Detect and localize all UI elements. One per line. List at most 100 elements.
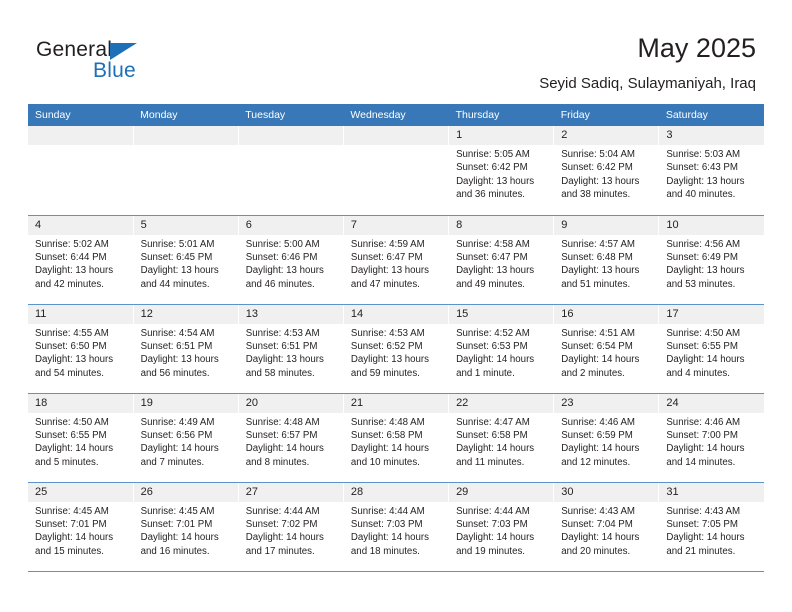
day-detail-line: Sunset: 6:55 PM — [35, 429, 107, 441]
calendar-day-cell[interactable]: 19 Sunrise: 4:49 AM Sunset: 6:56 PM Dayligh… — [133, 393, 239, 483]
day-cell-inner: 10 Sunrise: 4:56 AM Sunset: 6:49 PM Dayligh… — [659, 215, 764, 304]
calendar-day-cell[interactable]: 3 Sunrise: 5:03 AM Sunset: 6:43 PM Daylight… — [658, 126, 764, 216]
calendar-day-cell[interactable]: 1 Sunrise: 5:05 AM Sunset: 6:42 PM Daylight… — [448, 126, 555, 216]
day-detail-line: Sunset: 6:44 PM — [35, 251, 107, 263]
day-cell-inner: 4 Sunrise: 5:02 AM Sunset: 6:44 PM Daylight… — [28, 215, 133, 304]
calendar-day-cell[interactable]: 22 Sunrise: 4:47 AM Sunset: 6:58 PM Dayligh… — [448, 393, 555, 483]
calendar-day-cell[interactable]: 7 Sunrise: 4:59 AM Sunset: 6:47 PM Daylight… — [343, 215, 450, 305]
calendar-day-cell[interactable]: 26 Sunrise: 4:45 AM Sunset: 7:01 PM Dayligh… — [133, 482, 239, 572]
day-cell-inner: 29 Sunrise: 4:44 AM Sunset: 7:03 PM Dayligh… — [449, 482, 554, 571]
day-details: Sunrise: 4:48 AM Sunset: 6:58 PM Daylight:… — [344, 413, 448, 470]
day-number — [238, 126, 343, 145]
day-cell-inner: 28 Sunrise: 4:44 AM Sunset: 7:03 PM Dayligh… — [343, 482, 449, 571]
day-number: 10 — [659, 215, 764, 235]
day-details — [134, 145, 238, 148]
day-number: 4 — [28, 215, 133, 235]
calendar-day-cell[interactable]: 2 Sunrise: 5:04 AM Sunset: 6:42 PM Daylight… — [553, 126, 660, 216]
day-detail-line: Sunrise: 4:45 AM — [140, 505, 215, 517]
day-detail-line: Sunrise: 4:46 AM — [561, 416, 635, 428]
day-detail-line: Daylight: 13 hours — [140, 265, 219, 277]
calendar-day-cell[interactable]: 11 Sunrise: 4:55 AM Sunset: 6:50 PM Dayligh… — [28, 304, 134, 394]
day-details: Sunrise: 4:44 AM Sunset: 7:02 PM Daylight:… — [239, 502, 343, 559]
weekday-header-saturday: Saturday — [658, 104, 764, 126]
day-details: Sunrise: 4:44 AM Sunset: 7:03 PM Daylight:… — [344, 502, 448, 559]
calendar-day-cell[interactable]: 20 Sunrise: 4:48 AM Sunset: 6:57 PM Dayligh… — [238, 393, 344, 483]
calendar-week-row: 25 Sunrise: 4:45 AM Sunset: 7:01 PM Dayligh… — [28, 482, 764, 572]
calendar-day-cell[interactable]: 29 Sunrise: 4:44 AM Sunset: 7:03 PM Dayligh… — [448, 482, 555, 572]
calendar-day-cell[interactable]: 6 Sunrise: 5:00 AM Sunset: 6:46 PM Daylight… — [238, 215, 344, 305]
day-detail-line: and 42 minutes. — [35, 278, 104, 290]
brand-logo[interactable]: General Blue — [36, 38, 166, 84]
day-detail-line: Daylight: 13 hours — [35, 265, 114, 277]
calendar-day-cell[interactable]: 4 Sunrise: 5:02 AM Sunset: 6:44 PM Daylight… — [28, 215, 134, 305]
day-detail-line: Sunset: 6:49 PM — [666, 251, 738, 263]
day-detail-line: Sunrise: 4:56 AM — [666, 238, 741, 250]
day-detail-line: Sunrise: 4:44 AM — [456, 505, 530, 517]
day-details: Sunrise: 4:44 AM Sunset: 7:03 PM Daylight:… — [449, 502, 553, 559]
day-detail-line: and 2 minutes. — [561, 367, 625, 379]
day-number: 28 — [343, 482, 449, 502]
day-cell-inner: 9 Sunrise: 4:57 AM Sunset: 6:48 PM Daylight… — [554, 215, 659, 304]
day-number: 5 — [133, 215, 238, 235]
calendar-day-cell[interactable]: 15 Sunrise: 4:52 AM Sunset: 6:53 PM Dayligh… — [448, 304, 555, 394]
day-details: Sunrise: 4:58 AM Sunset: 6:47 PM Daylight:… — [449, 235, 553, 292]
calendar-day-cell[interactable]: 28 Sunrise: 4:44 AM Sunset: 7:03 PM Dayligh… — [343, 482, 450, 572]
day-number: 30 — [554, 482, 659, 502]
calendar-day-cell[interactable]: 16 Sunrise: 4:51 AM Sunset: 6:54 PM Dayligh… — [553, 304, 660, 394]
day-detail-line: and 53 minutes. — [666, 278, 736, 290]
calendar-day-cell[interactable]: 24 Sunrise: 4:46 AM Sunset: 7:00 PM Dayligh… — [658, 393, 764, 483]
day-number: 14 — [343, 304, 449, 324]
day-detail-line: Daylight: 13 hours — [456, 175, 535, 187]
calendar-day-cell[interactable]: 9 Sunrise: 4:57 AM Sunset: 6:48 PM Daylight… — [553, 215, 660, 305]
day-number: 6 — [238, 215, 343, 235]
calendar-day-cell[interactable]: 10 Sunrise: 4:56 AM Sunset: 6:49 PM Dayligh… — [658, 215, 764, 305]
calendar-day-cell[interactable]: 31 Sunrise: 4:43 AM Sunset: 7:05 PM Dayligh… — [658, 482, 764, 572]
day-detail-line: Sunrise: 5:01 AM — [140, 238, 215, 250]
day-cell-inner: 2 Sunrise: 5:04 AM Sunset: 6:42 PM Daylight… — [554, 126, 659, 214]
day-cell-inner: 21 Sunrise: 4:48 AM Sunset: 6:58 PM Dayligh… — [343, 393, 449, 482]
day-number: 23 — [554, 393, 659, 413]
day-cell-inner: 23 Sunrise: 4:46 AM Sunset: 6:59 PM Dayligh… — [554, 393, 659, 482]
calendar-day-cell[interactable]: 18 Sunrise: 4:50 AM Sunset: 6:55 PM Dayligh… — [28, 393, 134, 483]
day-detail-line: and 10 minutes. — [350, 456, 420, 468]
calendar-day-cell[interactable]: 17 Sunrise: 4:50 AM Sunset: 6:55 PM Dayligh… — [658, 304, 764, 394]
day-detail-line: Sunset: 7:04 PM — [561, 518, 633, 530]
day-detail-line: Daylight: 14 hours — [561, 354, 640, 366]
calendar-day-cell[interactable]: 27 Sunrise: 4:44 AM Sunset: 7:02 PM Dayligh… — [238, 482, 344, 572]
day-detail-line: Sunrise: 5:00 AM — [245, 238, 320, 250]
day-detail-line: Sunrise: 4:46 AM — [666, 416, 741, 428]
weekday-header-sunday: Sunday — [28, 104, 134, 126]
day-number: 2 — [554, 126, 659, 145]
calendar-day-cell[interactable]: 8 Sunrise: 4:58 AM Sunset: 6:47 PM Daylight… — [448, 215, 555, 305]
brand-name-blue: Blue — [93, 59, 136, 82]
day-detail-line: Sunrise: 4:47 AM — [456, 416, 530, 428]
calendar-day-cell[interactable]: 14 Sunrise: 4:53 AM Sunset: 6:52 PM Dayligh… — [343, 304, 450, 394]
calendar-day-cell[interactable]: 5 Sunrise: 5:01 AM Sunset: 6:45 PM Daylight… — [133, 215, 239, 305]
day-detail-line: Sunset: 6:56 PM — [140, 429, 213, 441]
day-number: 31 — [659, 482, 764, 502]
calendar-day-cell[interactable]: 13 Sunrise: 4:53 AM Sunset: 6:51 PM Dayligh… — [238, 304, 344, 394]
day-detail-line: and 51 minutes. — [561, 278, 631, 290]
weekday-header-friday: Friday — [553, 104, 659, 126]
day-details — [344, 145, 448, 148]
day-cell-inner: 30 Sunrise: 4:43 AM Sunset: 7:04 PM Dayligh… — [554, 482, 659, 571]
day-detail-line: Daylight: 14 hours — [456, 443, 535, 455]
day-detail-line: Daylight: 13 hours — [245, 265, 324, 277]
day-detail-line: and 18 minutes. — [350, 545, 420, 557]
day-detail-line: and 36 minutes. — [456, 189, 525, 201]
day-detail-line: Sunrise: 4:50 AM — [666, 327, 741, 339]
calendar-day-cell[interactable]: 12 Sunrise: 4:54 AM Sunset: 6:51 PM Dayligh… — [133, 304, 239, 394]
calendar-day-cell[interactable]: 30 Sunrise: 4:43 AM Sunset: 7:04 PM Dayligh… — [553, 482, 660, 572]
day-detail-line: Daylight: 13 hours — [561, 175, 640, 187]
day-detail-line: Daylight: 14 hours — [245, 443, 324, 455]
day-number: 3 — [659, 126, 764, 145]
calendar-day-cell[interactable]: 21 Sunrise: 4:48 AM Sunset: 6:58 PM Dayligh… — [343, 393, 450, 483]
calendar-day-cell[interactable]: 25 Sunrise: 4:45 AM Sunset: 7:01 PM Dayligh… — [28, 482, 134, 572]
day-number: 7 — [343, 215, 449, 235]
day-detail-line: Daylight: 13 hours — [350, 354, 430, 366]
day-details: Sunrise: 4:50 AM Sunset: 6:55 PM Daylight:… — [659, 324, 764, 381]
day-detail-line: Sunset: 6:43 PM — [666, 162, 738, 174]
day-cell-inner: 27 Sunrise: 4:44 AM Sunset: 7:02 PM Dayligh… — [238, 482, 343, 571]
day-detail-line: Sunset: 6:58 PM — [456, 429, 528, 441]
calendar-day-cell[interactable]: 23 Sunrise: 4:46 AM Sunset: 6:59 PM Dayligh… — [553, 393, 660, 483]
